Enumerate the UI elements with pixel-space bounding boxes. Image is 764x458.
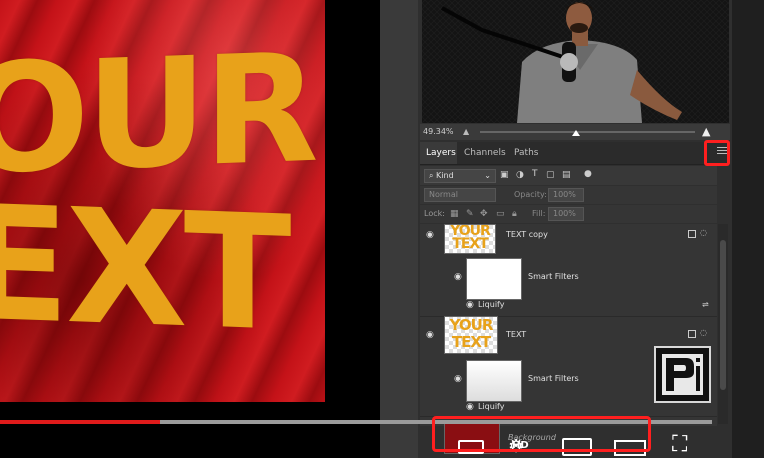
- video-dark-margin: [732, 0, 764, 458]
- opacity-field[interactable]: 100%: [548, 188, 584, 202]
- lock-transparency-icon[interactable]: ▦: [450, 209, 459, 219]
- visibility-eye-icon[interactable]: ◉: [426, 230, 434, 240]
- smart-filters-label: Smart Filters: [528, 374, 579, 383]
- video-progress-played: [0, 420, 161, 424]
- filter-options-icon[interactable]: ⇌: [702, 300, 709, 309]
- layer-thumbnail: YOUR TEXT: [444, 224, 496, 254]
- smart-object-filter-icon[interactable]: ▤: [562, 170, 571, 180]
- chevron-down-icon: ⌄: [484, 171, 491, 180]
- zoom-in-icon[interactable]: ▲: [702, 125, 710, 138]
- layer-name[interactable]: TEXT copy: [506, 230, 548, 239]
- effects-icon[interactable]: ◌: [700, 228, 707, 237]
- channel-logo: [654, 346, 711, 403]
- zoom-out-icon[interactable]: ▲: [463, 127, 469, 136]
- layer-filter-row: ⌕ Kind ⌄ ▣ ◑ T ▢ ▤ ●: [420, 166, 717, 185]
- blend-row: Normal Opacity: 100%: [420, 186, 717, 204]
- tab-layers[interactable]: Layers: [426, 148, 456, 158]
- layers-scrollbar[interactable]: [718, 224, 728, 424]
- filter-eye-icon[interactable]: ◉: [466, 300, 474, 310]
- navigator-preview: [422, 0, 729, 123]
- presenter-image: [422, 0, 729, 123]
- zoom-slider-thumb[interactable]: [572, 130, 580, 136]
- panel-menu-highlight-box: [704, 140, 730, 166]
- lock-artboard-icon[interactable]: ▭: [496, 209, 505, 219]
- visibility-eye-icon[interactable]: ◉: [426, 330, 434, 340]
- filter-eye-icon[interactable]: ◉: [466, 402, 474, 412]
- smart-object-icon: [688, 230, 696, 238]
- scrollbar-thumb[interactable]: [720, 240, 726, 390]
- smart-filter-eye-icon[interactable]: ◉: [454, 272, 462, 282]
- lock-paint-icon[interactable]: ✎: [466, 209, 474, 219]
- filter-toggle-icon[interactable]: ●: [584, 169, 592, 179]
- adjustment-filter-icon[interactable]: ◑: [516, 170, 524, 180]
- fill-field[interactable]: 100%: [548, 207, 584, 221]
- layer-row[interactable]: ◉ YOUR TEXT TEXT copy ◌ ◉ Smart Filters …: [420, 224, 717, 317]
- layer-thumbnail: YOUR TEXT: [444, 316, 498, 354]
- zoom-percentage[interactable]: 49.34%: [423, 127, 454, 136]
- smart-filter-mask-thumbnail: [466, 258, 522, 300]
- zoom-slider-track[interactable]: [480, 131, 695, 133]
- lock-all-icon[interactable]: 🔒︎: [512, 209, 517, 219]
- filter-name[interactable]: Liquify: [478, 300, 504, 309]
- smart-object-icon: [688, 330, 696, 338]
- smart-filter-eye-icon[interactable]: ◉: [454, 374, 462, 384]
- navigator-zoom-bar: 49.34% ▲ ▲: [420, 124, 730, 140]
- canvas-text-line-2: EXT: [0, 171, 288, 367]
- blend-mode-dropdown[interactable]: Normal: [424, 188, 496, 202]
- filter-name[interactable]: Liquify: [478, 402, 504, 411]
- controls-highlight-box: [432, 416, 651, 452]
- canvas-text-line-1: OUR: [0, 21, 315, 209]
- smart-filter-mask-thumbnail: [466, 360, 522, 402]
- panel-dock-strip: [380, 0, 418, 458]
- tab-paths[interactable]: Paths: [514, 148, 538, 158]
- tab-channels[interactable]: Channels: [464, 148, 506, 158]
- lock-position-icon[interactable]: ✥: [480, 209, 488, 219]
- pixel-filter-icon[interactable]: ▣: [500, 170, 509, 180]
- shape-filter-icon[interactable]: ▢: [546, 170, 555, 180]
- lock-row: Lock: ▦ ✎ ✥ ▭ 🔒︎ Fill: 100%: [420, 205, 717, 223]
- fullscreen-icon[interactable]: ⛶: [672, 434, 687, 456]
- filter-kind-dropdown[interactable]: ⌕ Kind ⌄: [424, 169, 496, 183]
- type-filter-icon[interactable]: T: [532, 169, 538, 179]
- panel-tabs: Layers Channels Paths: [420, 142, 730, 165]
- layer-name[interactable]: TEXT: [506, 330, 526, 339]
- effects-icon[interactable]: ◌: [700, 328, 707, 337]
- document-canvas[interactable]: OUR EXT: [0, 0, 325, 402]
- search-icon: ⌕: [429, 171, 437, 180]
- lock-label: Lock:: [424, 209, 445, 218]
- opacity-label: Opacity:: [514, 190, 547, 199]
- logo-mark-icon: [666, 358, 700, 391]
- fill-label: Fill:: [532, 209, 546, 218]
- smart-filters-label: Smart Filters: [528, 272, 579, 281]
